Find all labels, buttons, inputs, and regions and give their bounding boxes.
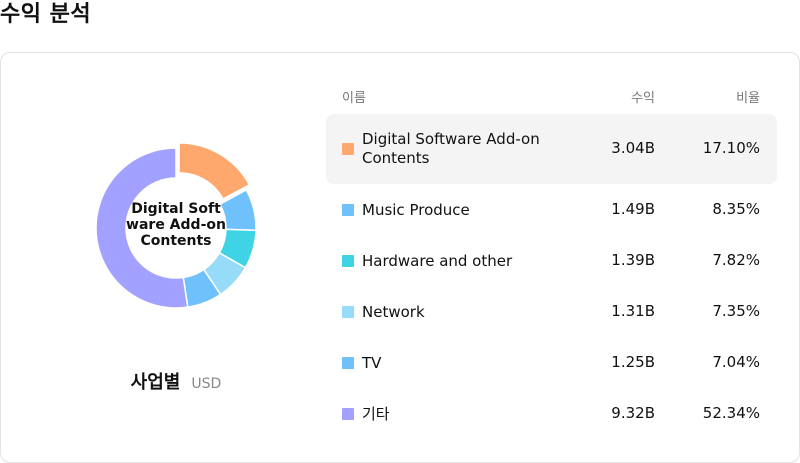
row-name: Digital Software Add-on Contents xyxy=(362,130,540,167)
legend-swatch xyxy=(342,306,354,318)
row-revenue: 1.25B xyxy=(611,353,655,371)
header-name: 이름 xyxy=(342,91,366,106)
chart-caption: 사업별 USD xyxy=(1,368,351,394)
row-ratio: 7.82% xyxy=(712,251,760,269)
legend-swatch xyxy=(342,204,354,216)
revenue-table: 이름 수익 비율 Digital Software Add-on Content… xyxy=(326,87,777,423)
row-revenue: 1.31B xyxy=(611,302,655,320)
table-row[interactable]: Music Produce 1.49B 8.35% xyxy=(326,184,777,235)
table-row[interactable]: Network 1.31B 7.35% xyxy=(326,286,777,337)
table-row[interactable]: 기타 9.32B 52.34% xyxy=(326,388,777,439)
table-body: Digital Software Add-on Contents 3.04B 17.… xyxy=(326,114,777,439)
row-ratio: 8.35% xyxy=(712,200,760,218)
row-revenue: 9.32B xyxy=(611,404,655,422)
row-ratio: 52.34% xyxy=(702,404,760,422)
table-header: 이름 수익 비율 xyxy=(326,87,777,111)
donut-center-label: Digital Software Add-on Contents xyxy=(126,201,226,249)
chart-caption-title: 사업별 xyxy=(130,372,181,393)
table-row[interactable]: TV 1.25B 7.04% xyxy=(326,337,777,388)
chart-caption-unit: USD xyxy=(191,376,222,392)
row-name: 기타 xyxy=(362,404,390,423)
legend-swatch xyxy=(342,357,354,369)
revenue-card: Digital Software Add-on Contents 사업별 USD… xyxy=(0,52,800,463)
header-ratio: 비율 xyxy=(736,91,760,106)
row-name: Hardware and other xyxy=(362,251,513,270)
row-revenue: 1.39B xyxy=(611,251,655,269)
row-revenue: 1.49B xyxy=(611,200,655,218)
row-name: Music Produce xyxy=(362,200,470,219)
table-row[interactable]: Hardware and other 1.39B 7.82% xyxy=(326,235,777,286)
row-ratio: 7.04% xyxy=(712,353,760,371)
row-revenue: 3.04B xyxy=(611,139,655,157)
legend-swatch xyxy=(342,408,354,420)
row-ratio: 7.35% xyxy=(712,302,760,320)
row-ratio: 17.10% xyxy=(702,139,760,157)
header-revenue: 수익 xyxy=(631,91,655,106)
legend-swatch xyxy=(342,143,354,155)
page-title: 수익 분석 xyxy=(0,2,92,27)
table-row[interactable]: Digital Software Add-on Contents 3.04B 17.… xyxy=(326,114,777,184)
row-name: TV xyxy=(362,353,382,372)
legend-swatch xyxy=(342,255,354,267)
donut-chart: Digital Software Add-on Contents xyxy=(81,133,271,323)
row-name: Network xyxy=(362,302,425,321)
donut-slice[interactable] xyxy=(178,142,251,201)
